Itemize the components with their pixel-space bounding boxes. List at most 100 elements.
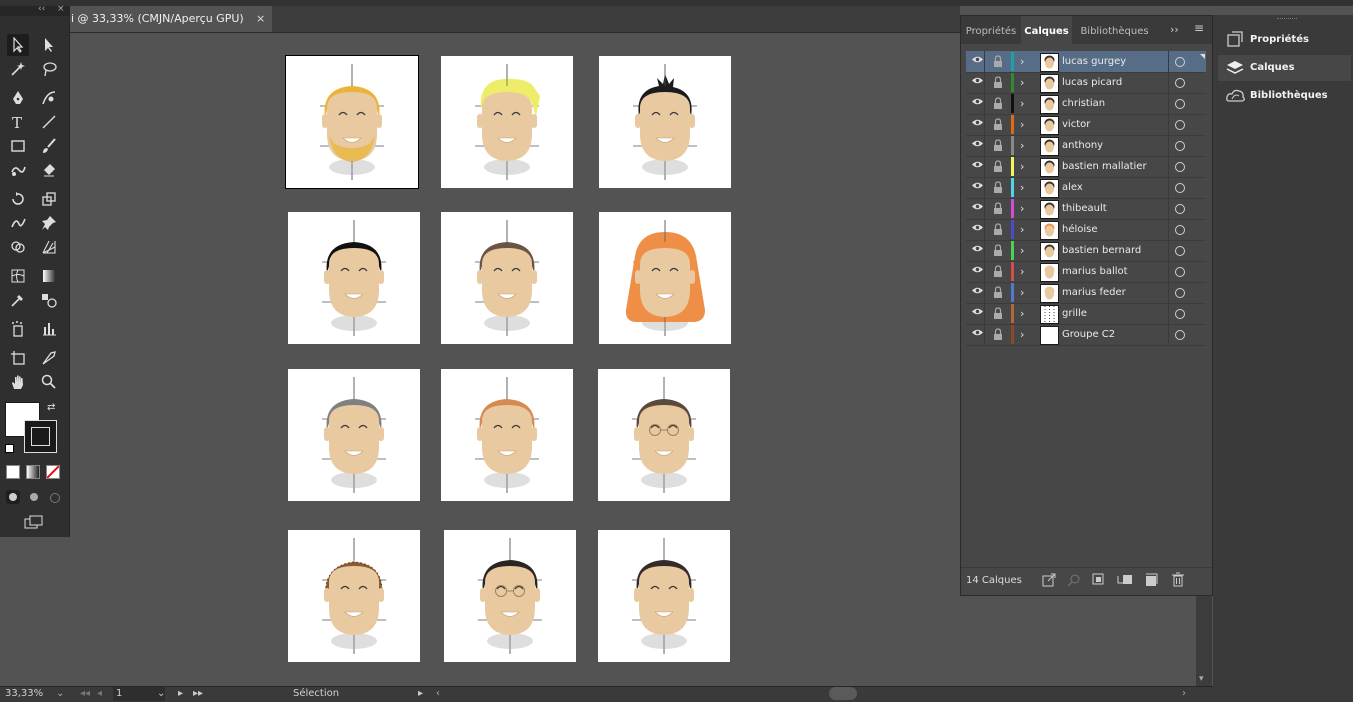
expand-chevron-icon[interactable]: ›	[1020, 219, 1024, 240]
artboard[interactable]	[441, 212, 573, 344]
visibility-eye-icon[interactable]	[971, 244, 984, 253]
locate-object-icon[interactable]	[1067, 573, 1081, 587]
artboard[interactable]	[444, 530, 576, 662]
tab-bibliotheques[interactable]: Bibliothèques	[1072, 16, 1157, 44]
expand-chevron-icon[interactable]: ›	[1020, 282, 1024, 303]
lock-icon[interactable]	[993, 223, 1003, 235]
visibility-eye-icon[interactable]	[971, 55, 984, 64]
layer-row[interactable]: › marius ballot	[966, 261, 1206, 283]
target-circle-icon[interactable]	[1175, 141, 1185, 151]
layer-row[interactable]: › grille	[966, 303, 1206, 325]
expand-chevron-icon[interactable]: ›	[1020, 72, 1024, 93]
stroke-swatch[interactable]	[24, 420, 57, 453]
artboard[interactable]	[598, 530, 730, 662]
default-colors-icon[interactable]	[5, 444, 14, 453]
expand-chevron-icon[interactable]: ›	[1020, 51, 1024, 72]
layer-name[interactable]: thibeault	[1062, 198, 1107, 219]
dock-item-calques[interactable]: Calques	[1218, 55, 1351, 81]
visibility-eye-icon[interactable]	[971, 286, 984, 295]
screen-mode-icon[interactable]	[24, 515, 44, 529]
layer-name[interactable]: héloise	[1062, 219, 1098, 240]
visibility-eye-icon[interactable]	[971, 118, 984, 127]
line-tool-icon[interactable]	[38, 111, 60, 133]
expand-chevron-icon[interactable]: ›	[1020, 114, 1024, 135]
artboard[interactable]	[285, 55, 419, 189]
layer-name[interactable]: christian	[1062, 93, 1105, 114]
layer-row[interactable]: › alex	[966, 177, 1206, 199]
panel-menu-icon[interactable]: ≡	[1194, 21, 1204, 35]
expand-chevron-icon[interactable]: ›	[1020, 93, 1024, 114]
dock-item-bibliotheques[interactable]: Bibliothèques	[1218, 83, 1351, 109]
draw-behind-icon[interactable]	[27, 490, 41, 504]
tools-close-button[interactable]: ×	[57, 4, 65, 14]
target-circle-icon[interactable]	[1175, 162, 1185, 172]
direct-selection-tool-icon[interactable]	[38, 34, 60, 56]
curvature-tool-icon[interactable]	[38, 87, 60, 109]
lock-icon[interactable]	[993, 118, 1003, 130]
target-circle-icon[interactable]	[1175, 288, 1185, 298]
clipping-mask-icon[interactable]	[1092, 573, 1106, 587]
artboard[interactable]	[288, 212, 420, 344]
target-circle-icon[interactable]	[1175, 225, 1185, 235]
layer-row[interactable]: › héloise	[966, 219, 1206, 241]
layer-name[interactable]: marius ballot	[1062, 261, 1128, 282]
target-circle-icon[interactable]	[1175, 99, 1185, 109]
visibility-eye-icon[interactable]	[971, 307, 984, 316]
layer-row[interactable]: › anthony	[966, 135, 1206, 157]
lock-icon[interactable]	[993, 97, 1003, 109]
lock-icon[interactable]	[993, 181, 1003, 193]
scroll-right-icon[interactable]: ›	[1182, 688, 1186, 699]
mesh-tool-icon[interactable]	[7, 265, 29, 287]
layer-row[interactable]: › christian	[966, 93, 1206, 115]
next-artboard-icon[interactable]: ▸	[178, 688, 183, 699]
export-icon[interactable]	[1042, 573, 1056, 587]
lock-icon[interactable]	[993, 139, 1003, 151]
layer-name[interactable]: bastien mallatier	[1062, 156, 1147, 177]
document-tab[interactable]: ni @ 33,33% (CMJN/Aperçu GPU) ×	[60, 6, 272, 32]
artboard[interactable]	[288, 530, 420, 662]
expand-chevron-icon[interactable]: ›	[1020, 324, 1024, 345]
layer-row[interactable]: › marius feder	[966, 282, 1206, 304]
eyedropper-tool-icon[interactable]	[7, 289, 29, 311]
hand-tool-icon[interactable]	[7, 371, 29, 393]
expand-chevron-icon[interactable]: ›	[1020, 303, 1024, 324]
new-layer-icon[interactable]	[1144, 573, 1158, 587]
selection-tool-icon[interactable]	[7, 34, 29, 56]
tab-proprietes[interactable]: Propriétés	[961, 16, 1021, 44]
magic-wand-tool-icon[interactable]	[7, 58, 29, 80]
panel-collapse-icon[interactable]: ››	[1170, 23, 1179, 36]
layer-name[interactable]: Groupe C2	[1062, 324, 1115, 345]
symbol-sprayer-tool-icon[interactable]	[7, 318, 29, 340]
layer-row[interactable]: › Groupe C2	[966, 324, 1206, 346]
target-circle-icon[interactable]	[1175, 120, 1185, 130]
artboard-dropdown-icon[interactable]: ⌄	[157, 688, 165, 699]
expand-chevron-icon[interactable]: ›	[1020, 198, 1024, 219]
visibility-eye-icon[interactable]	[971, 139, 984, 148]
layer-name[interactable]: anthony	[1062, 135, 1103, 156]
expand-chevron-icon[interactable]: ›	[1020, 240, 1024, 261]
paintbrush-tool-icon[interactable]	[38, 135, 60, 157]
layer-name[interactable]: grille	[1062, 303, 1087, 324]
delete-layer-icon[interactable]	[1171, 572, 1185, 587]
target-circle-icon[interactable]	[1175, 309, 1185, 319]
rectangle-tool-icon[interactable]	[7, 135, 29, 157]
target-circle-icon[interactable]	[1175, 183, 1185, 193]
blend-tool-icon[interactable]	[38, 289, 60, 311]
artboard-tool-icon[interactable]	[7, 347, 29, 369]
dock-grip[interactable]	[1277, 18, 1297, 22]
scroll-down-icon[interactable]: ▾	[1199, 674, 1204, 684]
layer-name[interactable]: victor	[1062, 114, 1090, 135]
lock-icon[interactable]	[993, 307, 1003, 319]
scale-tool-icon[interactable]	[38, 188, 60, 210]
scroll-left-icon[interactable]: ‹	[436, 688, 440, 699]
rotate-tool-icon[interactable]	[7, 188, 29, 210]
layer-name[interactable]: bastien bernard	[1062, 240, 1141, 261]
layer-row[interactable]: › lucas gurgey	[966, 51, 1206, 73]
lock-icon[interactable]	[993, 76, 1003, 88]
lock-icon[interactable]	[993, 286, 1003, 298]
lock-icon[interactable]	[993, 55, 1003, 67]
expand-chevron-icon[interactable]: ›	[1020, 177, 1024, 198]
lock-icon[interactable]	[993, 160, 1003, 172]
draw-inside-icon[interactable]	[47, 490, 61, 504]
shaper-tool-icon[interactable]	[7, 159, 29, 181]
